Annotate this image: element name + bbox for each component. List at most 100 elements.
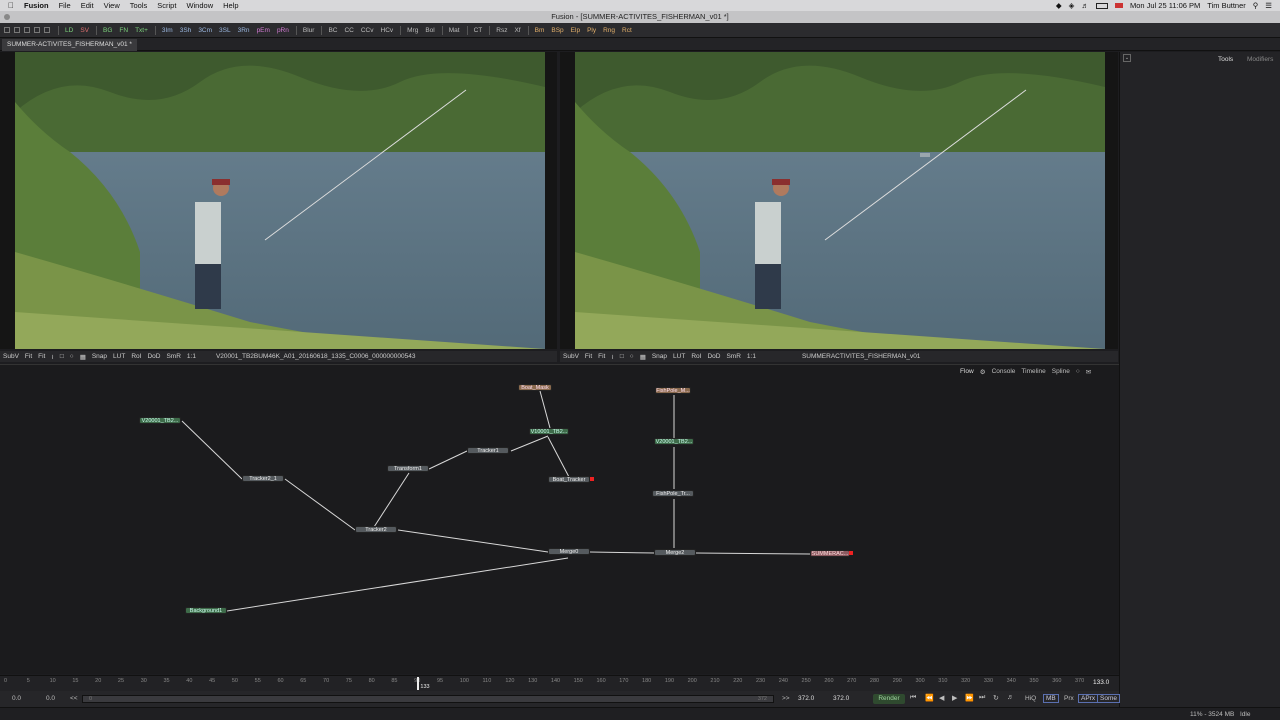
- tool-button-elp[interactable]: Elp: [571, 27, 580, 34]
- global-end-field[interactable]: 372.0: [833, 695, 849, 702]
- tab-tools[interactable]: Tools: [1218, 56, 1233, 63]
- apple-icon[interactable]: : [8, 1, 14, 10]
- node-loader3[interactable]: V20001_TB2...: [654, 438, 694, 445]
- tool-button-cc[interactable]: CC: [344, 27, 353, 34]
- spotlight-icon[interactable]: ⚲: [1253, 1, 1259, 10]
- fit-button[interactable]: Fit: [25, 353, 32, 360]
- range-slider[interactable]: 0 372: [82, 695, 774, 703]
- menu-help[interactable]: Help: [223, 1, 238, 10]
- flow-panel[interactable]: Flow ⚙ Console Timeline Spline ○ ✉ V2000…: [0, 364, 1119, 674]
- tool-button-3cm[interactable]: 3Cm: [198, 27, 212, 34]
- play-reverse-icon[interactable]: ◀: [939, 694, 944, 702]
- roi-button[interactable]: RoI: [691, 353, 701, 360]
- tool-button-mrg[interactable]: Mrg: [407, 27, 418, 34]
- play-icon[interactable]: ▶: [952, 694, 957, 702]
- layout-icon[interactable]: [4, 27, 10, 33]
- fit-button[interactable]: Fit: [598, 353, 605, 360]
- tool-button-fn[interactable]: FN: [119, 27, 128, 34]
- wifi-icon[interactable]: ◈: [1069, 1, 1075, 10]
- node-tracker2[interactable]: Tracker2: [355, 526, 397, 533]
- menu-app[interactable]: Fusion: [24, 1, 49, 10]
- lut-button[interactable]: LUT: [673, 353, 685, 360]
- subview-button[interactable]: SubV: [563, 353, 579, 360]
- panel-menu-icon[interactable]: ⌄: [1123, 54, 1131, 62]
- fit-button[interactable]: Fit: [38, 353, 45, 360]
- tool-button-rct[interactable]: Rct: [622, 27, 632, 34]
- viewer-left[interactable]: [0, 52, 557, 349]
- notification-icon[interactable]: ☰: [1265, 1, 1272, 10]
- tool-button-prn[interactable]: pRn: [277, 27, 289, 34]
- tool-button-bm[interactable]: Bm: [535, 27, 545, 34]
- tool-button-mat[interactable]: Mat: [449, 27, 460, 34]
- node-tracker1[interactable]: Tracker1: [467, 447, 509, 454]
- render-end-field[interactable]: 372.0: [798, 695, 814, 702]
- range-forward-icon[interactable]: >>: [782, 695, 790, 702]
- dod-button[interactable]: DoD: [707, 353, 720, 360]
- menu-file[interactable]: File: [59, 1, 71, 10]
- render-start-field[interactable]: 0.0: [46, 695, 55, 702]
- roi-button[interactable]: RoI: [131, 353, 141, 360]
- tool-button-3sh[interactable]: 3Sh: [180, 27, 192, 34]
- subview-button[interactable]: SubV: [3, 353, 19, 360]
- layout-icon[interactable]: [44, 27, 50, 33]
- step-forward-icon[interactable]: ⏩: [965, 694, 974, 702]
- aprx-button[interactable]: APrx: [1078, 694, 1099, 703]
- curve-tool-icon[interactable]: ≀: [51, 353, 53, 361]
- tool-button-ct[interactable]: CT: [474, 27, 483, 34]
- tool-button-hcv[interactable]: HCv: [381, 27, 394, 34]
- render-button[interactable]: Render: [873, 694, 905, 704]
- tool-button-bc[interactable]: BC: [328, 27, 337, 34]
- tool-button-ply[interactable]: Ply: [587, 27, 596, 34]
- tool-button-bsp[interactable]: BSp: [551, 27, 563, 34]
- circle-tool-icon[interactable]: ○: [630, 353, 634, 360]
- layout-icon[interactable]: [34, 27, 40, 33]
- lut-button[interactable]: LUT: [113, 353, 125, 360]
- audio-icon[interactable]: ♬: [1007, 694, 1014, 701]
- node-fishpole-tracker[interactable]: FishPole_Tr...: [652, 490, 694, 497]
- tool-button-3rn[interactable]: 3Rn: [238, 27, 250, 34]
- dropbox-icon[interactable]: ◆: [1056, 1, 1062, 10]
- global-start-field[interactable]: 0.0: [12, 695, 21, 702]
- layout-icon[interactable]: [14, 27, 20, 33]
- dod-button[interactable]: DoD: [147, 353, 160, 360]
- snap-button[interactable]: Snap: [652, 353, 667, 360]
- node-fishpole-mask[interactable]: FishPole_M...: [655, 387, 691, 394]
- menubar-clock[interactable]: Mon Jul 25 11:06 PM: [1130, 1, 1200, 10]
- checker-icon[interactable]: ▦: [640, 353, 646, 361]
- step-back-icon[interactable]: ⏪: [925, 694, 934, 702]
- viewer-right[interactable]: [560, 52, 1118, 349]
- smr-button[interactable]: SmR: [726, 353, 740, 360]
- snap-button[interactable]: Snap: [92, 353, 107, 360]
- menu-window[interactable]: Window: [186, 1, 213, 10]
- node-transform1[interactable]: Transform1: [387, 465, 429, 472]
- go-to-start-icon[interactable]: ⏮: [910, 694, 916, 702]
- tab-modifiers[interactable]: Modifiers: [1247, 56, 1273, 63]
- tool-button-rsz[interactable]: Rsz: [496, 27, 507, 34]
- tool-button-rng[interactable]: Rng: [603, 27, 615, 34]
- menu-view[interactable]: View: [104, 1, 120, 10]
- tool-button-xf[interactable]: Xf: [514, 27, 520, 34]
- go-to-end-icon[interactable]: ⏭: [979, 694, 985, 702]
- layout-icon[interactable]: [24, 27, 30, 33]
- tool-button-3sl[interactable]: 3SL: [219, 27, 231, 34]
- tool-button-ld[interactable]: LD: [65, 27, 73, 34]
- tool-button-pem[interactable]: pEm: [257, 27, 270, 34]
- tool-button-3im[interactable]: 3Im: [162, 27, 173, 34]
- ratio-button[interactable]: 1:1: [187, 353, 196, 360]
- ratio-button[interactable]: 1:1: [747, 353, 756, 360]
- curve-tool-icon[interactable]: ≀: [611, 353, 613, 361]
- playhead[interactable]: [417, 677, 420, 690]
- tool-button-ccv[interactable]: CCv: [361, 27, 374, 34]
- circle-tool-icon[interactable]: ○: [70, 353, 74, 360]
- node-boat-tracker[interactable]: Boat_Tracker: [548, 476, 590, 483]
- tool-button-txt[interactable]: Txt+: [135, 27, 148, 34]
- checker-icon[interactable]: ▦: [80, 353, 86, 361]
- tool-button-bg[interactable]: BG: [103, 27, 112, 34]
- some-button[interactable]: Some: [1097, 694, 1120, 703]
- mb-button[interactable]: MB: [1043, 694, 1059, 703]
- battery-icon[interactable]: [1095, 2, 1108, 9]
- rect-tool-icon[interactable]: □: [60, 353, 64, 360]
- tool-button-sv[interactable]: SV: [80, 27, 89, 34]
- node-saver[interactable]: SUMMERAC...: [810, 550, 850, 557]
- loop-icon[interactable]: ↻: [993, 694, 999, 702]
